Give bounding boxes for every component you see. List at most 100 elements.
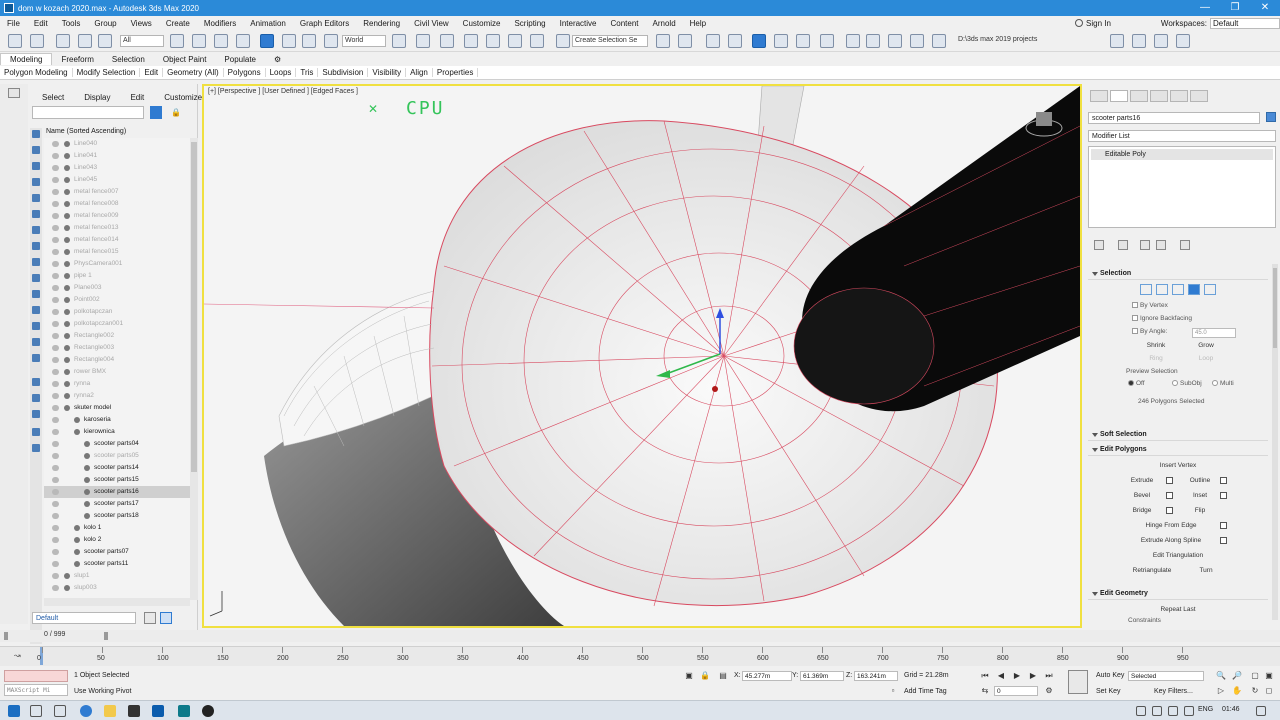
visibility-eye-icon[interactable] xyxy=(52,297,59,303)
layer-explorer-icon[interactable] xyxy=(706,34,720,48)
tree-row[interactable]: Line040 xyxy=(44,138,190,150)
snaps-toggle-icon[interactable] xyxy=(464,34,478,48)
orbit-icon[interactable]: ↻ xyxy=(1250,686,1260,696)
configure-modifier-sets-icon[interactable] xyxy=(1180,240,1190,250)
prev-frame-icon[interactable] xyxy=(4,632,12,640)
command-panel-scrollbar[interactable] xyxy=(1272,264,1278,620)
edit-triangulation-button[interactable]: Edit Triangulation xyxy=(1128,550,1228,561)
key-mode-toggle-icon[interactable]: ⇆ xyxy=(980,686,990,696)
visibility-eye-icon[interactable] xyxy=(52,285,59,291)
tree-row[interactable]: Rectangle004 xyxy=(44,354,190,366)
tree-row[interactable]: rower BMX xyxy=(44,366,190,378)
maximize-viewport-icon[interactable]: ◻ xyxy=(1264,686,1274,696)
display-tab-icon[interactable] xyxy=(1170,90,1188,102)
close-button[interactable]: ✕ xyxy=(1250,0,1280,16)
bridge-settings-icon[interactable] xyxy=(1166,507,1173,514)
visibility-eye-icon[interactable] xyxy=(52,321,59,327)
previous-frame-icon[interactable]: ◀ xyxy=(996,671,1006,681)
visibility-eye-icon[interactable] xyxy=(52,357,59,363)
visibility-eye-icon[interactable] xyxy=(52,429,59,435)
display-all-icon[interactable] xyxy=(32,322,40,330)
time-tag-icon[interactable]: ▫ xyxy=(888,686,898,696)
auto-key-button[interactable]: Auto Key xyxy=(1096,672,1124,679)
modify-tab-icon[interactable] xyxy=(1110,90,1128,102)
tree-row[interactable]: slup003 xyxy=(44,582,190,594)
menu-group[interactable]: Group xyxy=(87,19,123,28)
bridge-button[interactable]: Bridge xyxy=(1124,505,1160,516)
angle-snap-icon[interactable] xyxy=(486,34,500,48)
mirror-icon[interactable] xyxy=(656,34,670,48)
by-vertex-checkbox[interactable]: By Vertex xyxy=(1132,302,1168,309)
display-containers-icon[interactable] xyxy=(32,274,40,282)
remove-modifier-icon[interactable] xyxy=(1156,240,1166,250)
ribbon-loops[interactable]: Loops xyxy=(266,68,297,77)
edit-polygons-rollout-title[interactable]: Edit Polygons xyxy=(1088,444,1268,456)
bevel-button[interactable]: Bevel xyxy=(1124,490,1160,501)
scene-explorer-icon[interactable] xyxy=(752,34,766,48)
align-icon[interactable] xyxy=(678,34,692,48)
utilities-tab-icon[interactable] xyxy=(1190,90,1208,102)
explorer-toggle-icon[interactable] xyxy=(8,88,20,98)
explorer-tab-edit[interactable]: Edit xyxy=(120,93,154,102)
tree-row[interactable]: Point002 xyxy=(44,294,190,306)
edit-geometry-rollout-title[interactable]: Edit Geometry xyxy=(1088,588,1268,600)
ribbon-options-icon[interactable]: ⚙ xyxy=(265,55,290,64)
ribbon-geometry-all[interactable]: Geometry (All) xyxy=(163,68,224,77)
tree-row[interactable]: rynna2 xyxy=(44,390,190,402)
display-dependents-icon[interactable] xyxy=(32,410,40,418)
display-spacewarps-icon[interactable] xyxy=(32,210,40,218)
reference-coordinate-dropdown[interactable]: World xyxy=(342,35,386,47)
search-icon[interactable] xyxy=(30,705,42,717)
preview-multi-radio[interactable]: Multi xyxy=(1212,380,1234,387)
visibility-eye-icon[interactable] xyxy=(52,165,59,171)
menu-help[interactable]: Help xyxy=(683,19,713,28)
project-folder-path[interactable]: D:\3ds max 2019 projects xyxy=(956,35,1106,47)
insert-vertex-button[interactable]: Insert Vertex xyxy=(1148,460,1208,471)
current-frame-field[interactable]: 0 xyxy=(994,686,1038,696)
tree-row[interactable]: polkotapczan001 xyxy=(44,318,190,330)
visibility-eye-icon[interactable] xyxy=(52,213,59,219)
z-coordinate-field[interactable]: 163.241m xyxy=(854,671,898,681)
visibility-eye-icon[interactable] xyxy=(52,501,59,507)
shrink-button[interactable]: Shrink xyxy=(1138,340,1174,351)
border-mode-icon[interactable] xyxy=(1172,284,1184,295)
display-lights-icon[interactable] xyxy=(32,162,40,170)
select-by-name-icon[interactable] xyxy=(192,34,206,48)
explorer-filter-icon[interactable] xyxy=(32,428,40,436)
render-iterative-icon[interactable] xyxy=(910,34,924,48)
visibility-eye-icon[interactable] xyxy=(52,477,59,483)
motion-tab-icon[interactable] xyxy=(1150,90,1168,102)
edge-mode-icon[interactable] xyxy=(1156,284,1168,295)
explorer-tab-display[interactable]: Display xyxy=(74,93,120,102)
layer-dropdown[interactable]: Default xyxy=(32,612,136,624)
selection-filter-dropdown[interactable]: All xyxy=(120,35,164,47)
menu-scripting[interactable]: Scripting xyxy=(507,19,552,28)
onedrive-icon[interactable] xyxy=(1152,706,1162,716)
tree-row[interactable]: scooter parts15 xyxy=(44,474,190,486)
tree-row[interactable]: scooter parts18 xyxy=(44,510,190,522)
track-bar[interactable]: ↝ 0 50 100 150 200 250 300 350 400 450 500 550 600 65… xyxy=(0,646,1280,666)
filter-icon[interactable] xyxy=(150,106,162,119)
visibility-eye-icon[interactable] xyxy=(52,393,59,399)
tree-row[interactable]: metal fence008 xyxy=(44,198,190,210)
explorer-hscrollbar[interactable] xyxy=(44,598,190,606)
visibility-eye-icon[interactable] xyxy=(52,177,59,183)
ribbon-edit[interactable]: Edit xyxy=(140,68,164,77)
stack-item-editable-poly[interactable]: Editable Poly xyxy=(1091,149,1273,160)
bevel-settings-icon[interactable] xyxy=(1166,492,1173,499)
tree-row[interactable]: Line045 xyxy=(44,174,190,186)
key-filters-button[interactable]: Key Filters... xyxy=(1154,688,1193,695)
file-explorer-icon[interactable] xyxy=(104,705,116,717)
visibility-eye-icon[interactable] xyxy=(52,201,59,207)
tree-row[interactable]: rynna xyxy=(44,378,190,390)
display-children-icon[interactable] xyxy=(32,378,40,386)
visibility-eye-icon[interactable] xyxy=(52,249,59,255)
display-geometry-icon[interactable] xyxy=(32,130,40,138)
hinge-settings-icon[interactable] xyxy=(1220,522,1227,529)
tree-row[interactable]: pipe 1 xyxy=(44,270,190,282)
window-crossing-icon[interactable] xyxy=(236,34,250,48)
explorer-column-header[interactable]: Name (Sorted Ascending) xyxy=(44,126,190,138)
arnold-render-icon[interactable] xyxy=(932,34,946,48)
task-view-icon[interactable] xyxy=(54,705,66,717)
flip-button[interactable]: Flip xyxy=(1182,505,1218,516)
